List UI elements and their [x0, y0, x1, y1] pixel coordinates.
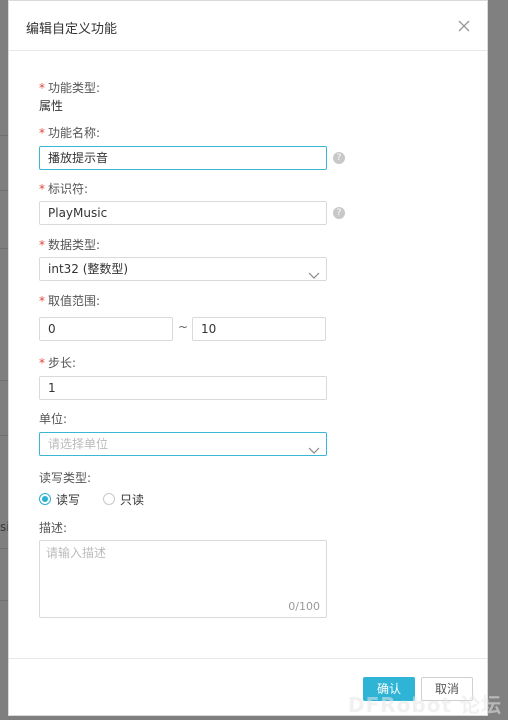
data-type-label: * 数据类型:: [39, 238, 101, 252]
unit-label: 单位:: [39, 412, 68, 426]
description-placeholder: 请输入描述: [46, 546, 107, 560]
description-field: 描述:: [39, 519, 67, 537]
required-mark: *: [39, 182, 45, 196]
rw-type-field: 读写类型:: [39, 469, 91, 487]
background-right-strip: [488, 0, 508, 720]
feature-type-field: * 功能类型: 属性: [39, 79, 100, 115]
edit-feature-dialog: 编辑自定义功能 * 功能类型: 属性 * 功能名称: 播放提示音 ? * 标识符: P…: [8, 0, 488, 716]
footer-divider: [9, 658, 487, 659]
chevron-down-icon: [308, 265, 320, 287]
identifier-label: * 标识符:: [39, 182, 89, 196]
feature-type-value: 属性: [39, 99, 64, 113]
feature-type-label: * 功能类型:: [39, 81, 101, 95]
value-range-label: * 取值范围:: [39, 294, 101, 308]
close-icon[interactable]: [455, 17, 473, 35]
identifier-field: * 标识符:: [39, 180, 88, 198]
radio-unchecked-icon: [103, 493, 115, 505]
required-mark: *: [39, 238, 45, 252]
range-max-input[interactable]: 10: [192, 317, 326, 341]
feature-name-field: * 功能名称:: [39, 124, 100, 142]
data-type-select[interactable]: int32 (整数型): [39, 257, 327, 281]
chevron-down-icon: [308, 440, 320, 462]
help-icon[interactable]: ?: [333, 207, 345, 219]
watermark: DFRobot 论坛: [348, 693, 502, 717]
range-separator: ~: [178, 320, 189, 334]
step-field: * 步长:: [39, 354, 76, 372]
data-type-field: * 数据类型:: [39, 236, 100, 254]
rw-type-label: 读写类型:: [39, 471, 92, 485]
data-type-value: int32 (整数型): [48, 262, 129, 276]
char-counter: 0/100: [288, 600, 320, 613]
description-textarea[interactable]: 请输入描述 0/100: [39, 540, 327, 618]
radio-checked-icon: [39, 493, 51, 505]
step-input[interactable]: 1: [39, 376, 327, 400]
identifier-input[interactable]: PlayMusic: [39, 201, 327, 225]
unit-select[interactable]: 请选择单位: [39, 432, 327, 456]
required-mark: *: [39, 126, 45, 140]
radio-read-write[interactable]: 读写: [39, 490, 80, 508]
rw-type-radio-group: 读写 只读: [39, 490, 239, 508]
range-min-input[interactable]: 0: [39, 317, 173, 341]
help-icon[interactable]: ?: [333, 152, 345, 164]
description-label: 描述:: [39, 521, 68, 535]
unit-placeholder: 请选择单位: [48, 437, 109, 451]
step-label: * 步长:: [39, 356, 77, 370]
radio-read-only[interactable]: 只读: [103, 490, 144, 508]
required-mark: *: [39, 81, 45, 95]
dialog-header: 编辑自定义功能: [9, 1, 487, 51]
dialog-title: 编辑自定义功能: [26, 22, 118, 37]
required-mark: *: [39, 294, 45, 308]
value-range-field: * 取值范围:: [39, 292, 100, 310]
feature-name-input[interactable]: 播放提示音: [39, 146, 327, 170]
feature-name-label: * 功能名称:: [39, 126, 101, 140]
unit-field: 单位:: [39, 410, 67, 428]
required-mark: *: [39, 356, 45, 370]
